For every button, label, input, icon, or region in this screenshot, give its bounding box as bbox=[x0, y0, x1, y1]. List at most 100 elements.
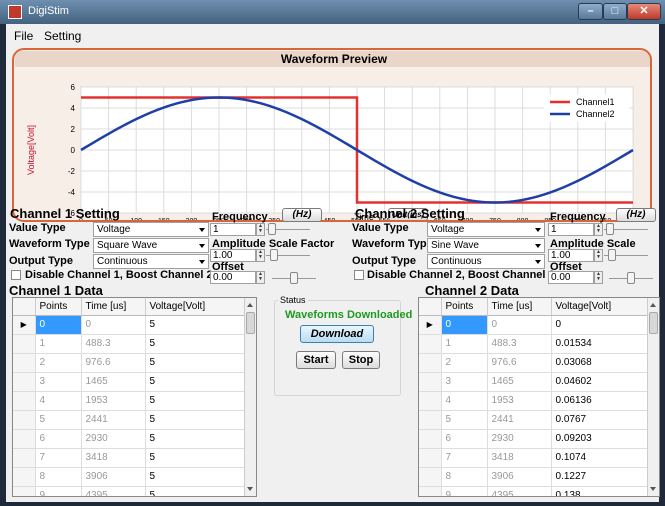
table-cell[interactable]: 3 bbox=[441, 372, 488, 392]
stop-button[interactable]: Stop bbox=[342, 351, 380, 369]
menu-file[interactable]: File bbox=[14, 29, 33, 43]
table-row[interactable]: 1 488.3 0.01534 bbox=[419, 334, 649, 354]
ch1-offset-input[interactable]: 0.00 bbox=[210, 271, 256, 284]
table-cell[interactable]: 5 bbox=[145, 372, 246, 392]
table-cell[interactable]: 4395 bbox=[487, 486, 552, 496]
row-header[interactable] bbox=[13, 353, 36, 373]
row-header[interactable] bbox=[419, 410, 442, 430]
table-cell[interactable]: 4395 bbox=[81, 486, 146, 496]
row-header[interactable] bbox=[13, 486, 36, 496]
table-cell[interactable]: 7 bbox=[35, 448, 82, 468]
ch2-frequency-unit-button[interactable]: (Hz) bbox=[616, 208, 656, 222]
table-cell[interactable]: 5 bbox=[145, 448, 246, 468]
row-header[interactable] bbox=[419, 486, 442, 496]
table-cell[interactable]: 8 bbox=[441, 467, 488, 487]
ch1-frequency-input[interactable]: 1 bbox=[210, 223, 256, 236]
ch1-offset-spinner[interactable]: ▲ ▼ bbox=[256, 271, 265, 284]
minimize-button[interactable]: – bbox=[578, 3, 603, 20]
column-header[interactable]: Time [us] bbox=[487, 298, 552, 316]
table-cell[interactable]: 0.138 bbox=[551, 486, 649, 496]
table-cell[interactable]: 1465 bbox=[487, 372, 552, 392]
table-row[interactable]: 5 2441 5 bbox=[13, 410, 246, 430]
ch2-frequency-spinner[interactable]: ▲ ▼ bbox=[594, 223, 603, 236]
table-cell[interactable]: 0 bbox=[35, 315, 82, 335]
start-button[interactable]: Start bbox=[296, 351, 336, 369]
channel2-data-grid[interactable]: Points Time [us] Voltage[Volt] ▶ 0 0 0 1 488.3 0.… bbox=[418, 297, 660, 497]
column-header[interactable]: Points bbox=[35, 298, 82, 316]
table-cell[interactable]: 0.04602 bbox=[551, 372, 649, 392]
row-header[interactable] bbox=[13, 372, 36, 392]
table-cell[interactable]: 9 bbox=[35, 486, 82, 496]
ch1-frequency-slider[interactable] bbox=[266, 223, 310, 235]
row-header[interactable] bbox=[419, 353, 442, 373]
column-header[interactable]: Voltage[Volt] bbox=[551, 298, 649, 316]
table-cell[interactable]: 8 bbox=[35, 467, 82, 487]
table-cell[interactable]: 976.6 bbox=[81, 353, 146, 373]
table-cell[interactable]: 0.06136 bbox=[551, 391, 649, 411]
table-cell[interactable]: 1953 bbox=[81, 391, 146, 411]
table-cell[interactable]: 7 bbox=[441, 448, 488, 468]
scroll-up-icon[interactable] bbox=[650, 303, 656, 307]
table-cell[interactable]: 3418 bbox=[487, 448, 552, 468]
table-cell[interactable]: 488.3 bbox=[487, 334, 552, 354]
table-cell[interactable]: 5 bbox=[441, 410, 488, 430]
scroll-thumb[interactable] bbox=[649, 312, 658, 334]
row-header[interactable] bbox=[419, 429, 442, 449]
table-cell[interactable]: 2441 bbox=[487, 410, 552, 430]
ch1-value-type-select[interactable]: Voltage bbox=[93, 222, 209, 237]
table-cell[interactable]: 2 bbox=[441, 353, 488, 373]
scroll-up-icon[interactable] bbox=[247, 303, 253, 307]
table-cell[interactable]: 488.3 bbox=[81, 334, 146, 354]
row-header[interactable] bbox=[13, 429, 36, 449]
table-row[interactable]: 3 1465 0.04602 bbox=[419, 372, 649, 392]
table-cell[interactable]: 2441 bbox=[81, 410, 146, 430]
table-cell[interactable]: 1953 bbox=[487, 391, 552, 411]
table-cell[interactable]: 5 bbox=[145, 391, 246, 411]
table-cell[interactable]: 9 bbox=[441, 486, 488, 496]
scroll-thumb[interactable] bbox=[246, 312, 255, 334]
table-row[interactable]: ▶ 0 0 5 bbox=[13, 315, 246, 335]
table-row[interactable]: 1 488.3 5 bbox=[13, 334, 246, 354]
table-cell[interactable]: 5 bbox=[145, 315, 246, 335]
table-cell[interactable]: 5 bbox=[145, 429, 246, 449]
row-header[interactable] bbox=[419, 448, 442, 468]
column-header[interactable]: Voltage[Volt] bbox=[145, 298, 246, 316]
table-cell[interactable]: 1465 bbox=[81, 372, 146, 392]
row-header[interactable] bbox=[419, 372, 442, 392]
row-header[interactable] bbox=[13, 410, 36, 430]
table-cell[interactable]: 5 bbox=[145, 410, 246, 430]
column-header[interactable]: Time [us] bbox=[81, 298, 146, 316]
scroll-down-icon[interactable] bbox=[247, 487, 253, 491]
menu-setting[interactable]: Setting bbox=[44, 29, 81, 43]
slider-thumb[interactable] bbox=[269, 249, 278, 261]
ch2-offset-slider[interactable] bbox=[609, 272, 653, 284]
ch1-amplitude-spinner[interactable]: ▲ ▼ bbox=[256, 249, 265, 262]
row-header[interactable] bbox=[419, 467, 442, 487]
slider-thumb[interactable] bbox=[607, 249, 616, 261]
table-cell[interactable]: 0 bbox=[487, 315, 552, 335]
close-button[interactable]: ✕ bbox=[627, 3, 661, 20]
table-cell[interactable]: 2930 bbox=[81, 429, 146, 449]
table-row[interactable]: 8 3906 0.1227 bbox=[419, 467, 649, 487]
table-cell[interactable]: 4 bbox=[35, 391, 82, 411]
table-cell[interactable]: 5 bbox=[145, 467, 246, 487]
table-cell[interactable]: 3906 bbox=[487, 467, 552, 487]
table-cell[interactable]: 0.1227 bbox=[551, 467, 649, 487]
table-row[interactable]: 2 976.6 5 bbox=[13, 353, 246, 373]
table-cell[interactable]: 0.01534 bbox=[551, 334, 649, 354]
ch2-value-type-select[interactable]: Voltage bbox=[427, 222, 545, 237]
table-cell[interactable]: 976.6 bbox=[487, 353, 552, 373]
ch2-amplitude-spinner[interactable]: ▲ ▼ bbox=[594, 249, 603, 262]
ch2-output-type-select[interactable]: Continuous bbox=[427, 254, 545, 269]
ch1-amplitude-slider[interactable] bbox=[266, 249, 310, 261]
ch1-grid-scrollbar[interactable] bbox=[244, 298, 256, 496]
current-row-indicator[interactable]: ▶ bbox=[13, 315, 36, 335]
table-row[interactable]: 8 3906 5 bbox=[13, 467, 246, 487]
table-cell[interactable]: 5 bbox=[145, 334, 246, 354]
ch2-frequency-slider[interactable] bbox=[604, 223, 648, 235]
current-row-indicator[interactable]: ▶ bbox=[419, 315, 442, 335]
table-cell[interactable]: 2930 bbox=[487, 429, 552, 449]
slider-thumb[interactable] bbox=[627, 272, 635, 284]
table-row[interactable]: 2 976.6 0.03068 bbox=[419, 353, 649, 373]
table-cell[interactable]: 3906 bbox=[81, 467, 146, 487]
